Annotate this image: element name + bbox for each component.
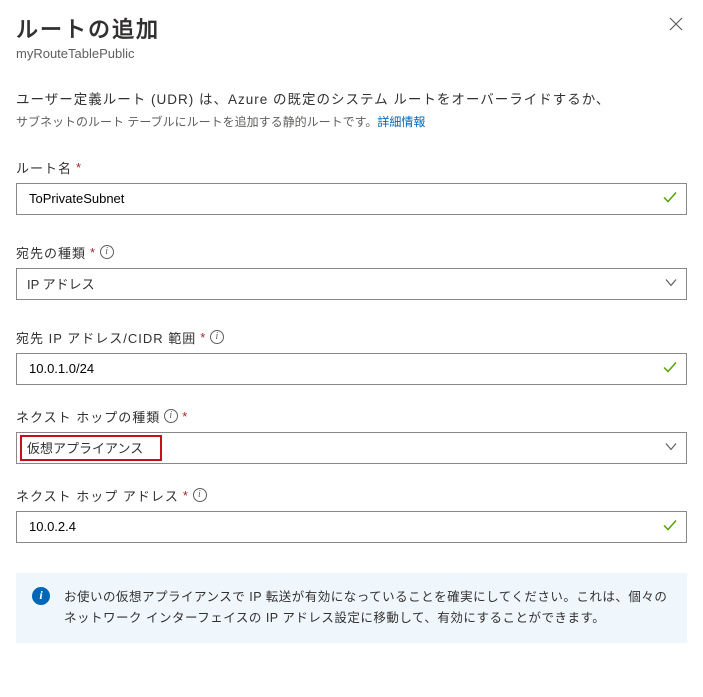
field-dest-cidr: 宛先 IP アドレス/CIDR 範囲 * i [16,328,687,385]
info-icon[interactable]: i [210,330,224,344]
page-title: ルートの追加 [16,12,160,44]
required-marker: * [200,330,206,345]
chevron-down-icon [664,275,678,292]
learn-more-link[interactable]: 詳細情報 [377,115,425,129]
info-icon[interactable]: i [100,245,114,259]
dest-type-value: IP アドレス [27,274,95,293]
page-subtitle: myRouteTablePublic [16,46,160,61]
hop-addr-label: ネクスト ホップ アドレス [16,486,179,505]
hop-addr-input[interactable] [27,518,652,535]
required-marker: * [182,409,188,424]
info-icon[interactable]: i [193,488,207,502]
close-button[interactable] [665,12,687,38]
hop-type-label: ネクスト ホップの種類 [16,407,160,426]
hop-type-select[interactable]: 仮想アプライアンス [16,432,687,464]
required-marker: * [76,160,82,175]
info-banner-icon: i [32,587,50,605]
field-hop-type: ネクスト ホップの種類 i * 仮想アプライアンス [16,407,687,464]
valid-check-icon [662,189,678,208]
info-banner: i お使いの仮想アプライアンスで IP 転送が有効になっていることを確実にしてく… [16,573,687,644]
route-name-input-wrap[interactable] [16,183,687,215]
description-main: ユーザー定義ルート (UDR) は、Azure の既定のシステム ルートをオーバ… [16,89,687,111]
valid-check-icon [662,359,678,378]
description-block: ユーザー定義ルート (UDR) は、Azure の既定のシステム ルートをオーバ… [16,89,687,130]
description-sub: サブネットのルート テーブルにルートを追加する静的ルートです。詳細情報 [16,113,687,130]
dest-cidr-label: 宛先 IP アドレス/CIDR 範囲 [16,328,196,347]
required-marker: * [183,488,189,503]
valid-check-icon [662,517,678,536]
field-hop-addr: ネクスト ホップ アドレス * i [16,486,687,543]
field-dest-type: 宛先の種類 * i IP アドレス [16,243,687,300]
close-icon [669,17,683,31]
route-name-input[interactable] [27,190,652,207]
info-banner-text: お使いの仮想アプライアンスで IP 転送が有効になっていることを確実にしてくださ… [64,587,671,630]
dest-cidr-input[interactable] [27,360,652,377]
dest-type-select[interactable]: IP アドレス [16,268,687,300]
info-icon[interactable]: i [164,409,178,423]
dest-type-label: 宛先の種類 [16,243,86,262]
field-route-name: ルート名 * [16,158,687,215]
route-name-label: ルート名 [16,158,72,177]
description-sub-text: サブネットのルート テーブルにルートを追加する静的ルートです。 [16,115,377,129]
dest-cidr-input-wrap[interactable] [16,353,687,385]
hop-type-value: 仮想アプライアンス [27,438,143,457]
required-marker: * [90,245,96,260]
hop-addr-input-wrap[interactable] [16,511,687,543]
chevron-down-icon [664,439,678,456]
